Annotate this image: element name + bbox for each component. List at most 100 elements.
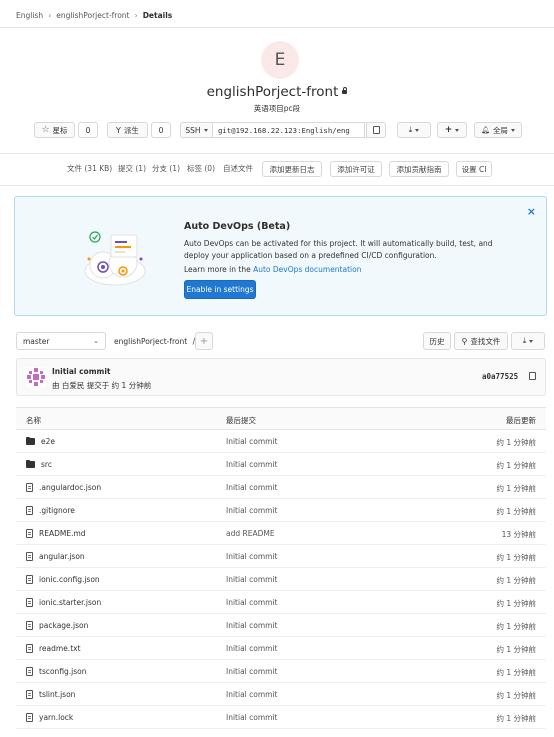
file-name[interactable]: ionic.starter.json xyxy=(39,598,101,607)
download-dropdown[interactable]: ⤓ xyxy=(511,332,545,350)
table-row[interactable]: ionic.starter.json Initial commit 约 1 分钟前 xyxy=(16,591,546,614)
table-row[interactable]: .gitignore Initial commit 约 1 分钟前 xyxy=(16,499,546,522)
file-name[interactable]: tsconfig.json xyxy=(39,667,87,676)
setup-ci-button[interactable]: 设置 CI xyxy=(456,161,492,177)
bell-icon: 🔔︎ xyxy=(481,126,490,134)
add-changelog-button[interactable]: 添加更新日志 xyxy=(262,161,322,177)
file-name[interactable]: angular.json xyxy=(39,552,85,561)
add-to-tree-button[interactable]: + xyxy=(195,332,213,350)
notification-dropdown[interactable]: 🔔︎ 全局 xyxy=(474,122,522,138)
commit-message[interactable]: Initial commit xyxy=(226,460,278,469)
star-count[interactable]: 0 xyxy=(78,122,98,138)
copy-icon[interactable] xyxy=(527,372,536,384)
clone-url-input[interactable]: git@192.168.22.123:English/eng xyxy=(213,122,365,138)
fork-button[interactable]: Y 派生 xyxy=(107,122,148,138)
table-row[interactable]: tslint.json Initial commit 约 1 分钟前 xyxy=(16,683,546,706)
table-row[interactable]: tsconfig.json Initial commit 约 1 分钟前 xyxy=(16,660,546,683)
new-item-dropdown[interactable]: + xyxy=(437,122,467,138)
last-update-time: 约 1 分钟前 xyxy=(496,645,536,654)
commit-title[interactable]: Initial commit xyxy=(52,367,110,376)
file-name-cell[interactable]: src xyxy=(26,459,52,469)
table-row[interactable]: src Initial commit 约 1 分钟前 xyxy=(16,453,546,476)
caret-down-icon xyxy=(203,128,208,132)
table-row[interactable]: readme.txt Initial commit 约 1 分钟前 xyxy=(16,637,546,660)
file-name-cell[interactable]: tsconfig.json xyxy=(26,667,87,676)
file-name[interactable]: e2e xyxy=(41,437,55,446)
table-row[interactable]: ionic.config.json Initial commit 约 1 分钟前 xyxy=(16,568,546,591)
repo-path-link[interactable]: englishPorject-front xyxy=(114,337,187,346)
file-name-cell[interactable]: yarn.lock xyxy=(26,713,73,722)
file-name-cell[interactable]: angular.json xyxy=(26,552,85,561)
file-name[interactable]: readme.txt xyxy=(39,644,81,653)
last-update-time: 约 1 分钟前 xyxy=(496,576,536,585)
commit-sha[interactable]: a0a77525 xyxy=(482,372,518,381)
table-row[interactable]: package.json Initial commit 约 1 分钟前 xyxy=(16,614,546,637)
file-name[interactable]: ionic.config.json xyxy=(39,575,100,584)
file-name-cell[interactable]: README.md xyxy=(26,529,86,538)
download-icon: ⤓ xyxy=(408,125,413,134)
stat-tags-link[interactable]: 标签 (0) xyxy=(187,163,215,174)
file-name-cell[interactable]: readme.txt xyxy=(26,644,81,653)
stat-readme-link[interactable]: 自述文件 xyxy=(223,163,253,174)
commit-message[interactable]: Initial commit xyxy=(226,644,278,653)
devops-docs-link[interactable]: Auto DevOps documentation xyxy=(253,265,361,274)
fork-count[interactable]: 0 xyxy=(151,122,171,138)
file-name[interactable]: README.md xyxy=(39,529,86,538)
commit-message[interactable]: Initial commit xyxy=(226,552,278,561)
enable-in-settings-button[interactable]: Enable in settings xyxy=(184,280,256,299)
search-icon: ⚲ xyxy=(461,336,468,346)
protocol-dropdown[interactable]: SSH xyxy=(180,122,213,138)
page-title: englishPorject-front xyxy=(0,84,554,100)
commit-message[interactable]: Initial commit xyxy=(226,621,278,630)
branch-dropdown[interactable]: master ⌄ xyxy=(16,332,106,350)
add-contributing-button[interactable]: 添加贡献指南 xyxy=(389,161,449,177)
file-name[interactable]: yarn.lock xyxy=(39,713,73,722)
commit-message[interactable]: add README xyxy=(226,529,275,538)
commit-message[interactable]: Initial commit xyxy=(226,713,278,722)
table-row[interactable]: .angulardoc.json Initial commit 约 1 分钟前 xyxy=(16,476,546,499)
project-avatar: E xyxy=(261,41,299,79)
commit-meta: 由 白爱民 提交于 约 1 分钟前 xyxy=(52,381,152,390)
star-label: 星标 xyxy=(52,125,68,135)
file-name-cell[interactable]: ionic.starter.json xyxy=(26,598,101,607)
close-icon[interactable]: × xyxy=(527,205,536,218)
file-name-cell[interactable]: tslint.json xyxy=(26,690,75,699)
file-name[interactable]: src xyxy=(41,460,52,469)
file-name-cell[interactable]: ionic.config.json xyxy=(26,575,100,584)
stat-files-link[interactable]: 文件 (31 KB) xyxy=(67,163,112,174)
commit-message[interactable]: Initial commit xyxy=(226,575,278,584)
commit-message[interactable]: Initial commit xyxy=(226,483,278,492)
file-name[interactable]: .gitignore xyxy=(39,506,75,515)
file-name-cell[interactable]: package.json xyxy=(26,621,88,630)
stat-commits-link[interactable]: 提交 (1) xyxy=(118,163,146,174)
commit-message[interactable]: Initial commit xyxy=(226,598,278,607)
file-name-cell[interactable]: e2e xyxy=(26,436,55,446)
download-dropdown[interactable]: ⤓ xyxy=(397,122,431,138)
author-avatar[interactable] xyxy=(26,367,46,387)
commit-message[interactable]: Initial commit xyxy=(226,690,278,699)
file-name[interactable]: .angulardoc.json xyxy=(39,483,101,492)
file-name-cell[interactable]: .gitignore xyxy=(26,506,75,515)
breadcrumb-group-link[interactable]: English xyxy=(16,11,43,20)
copy-icon xyxy=(370,126,380,138)
file-name[interactable]: package.json xyxy=(39,621,88,630)
folder-icon xyxy=(26,459,35,468)
find-file-button[interactable]: ⚲ 查找文件 xyxy=(454,332,508,350)
file-name[interactable]: tslint.json xyxy=(39,690,75,699)
add-license-button[interactable]: 添加许可证 xyxy=(330,161,382,177)
table-row[interactable]: yarn.lock Initial commit 约 1 分钟前 xyxy=(16,706,546,729)
stat-branches-link[interactable]: 分支 (1) xyxy=(152,163,180,174)
download-icon: ⤓ xyxy=(522,336,527,345)
table-row[interactable]: README.md add README 13 分钟前 xyxy=(16,522,546,545)
commit-message[interactable]: Initial commit xyxy=(226,437,278,446)
history-button[interactable]: 历史 xyxy=(423,332,451,350)
protocol-label: SSH xyxy=(185,125,201,135)
star-button[interactable]: ☆ 星标 xyxy=(34,122,75,138)
copy-url-button[interactable] xyxy=(366,122,386,138)
commit-message[interactable]: Initial commit xyxy=(226,506,278,515)
file-name-cell[interactable]: .angulardoc.json xyxy=(26,483,101,492)
breadcrumb-project-link[interactable]: englishPorject-front xyxy=(56,11,129,20)
table-row[interactable]: e2e Initial commit 约 1 分钟前 xyxy=(16,430,546,453)
table-row[interactable]: angular.json Initial commit 约 1 分钟前 xyxy=(16,545,546,568)
commit-message[interactable]: Initial commit xyxy=(226,667,278,676)
